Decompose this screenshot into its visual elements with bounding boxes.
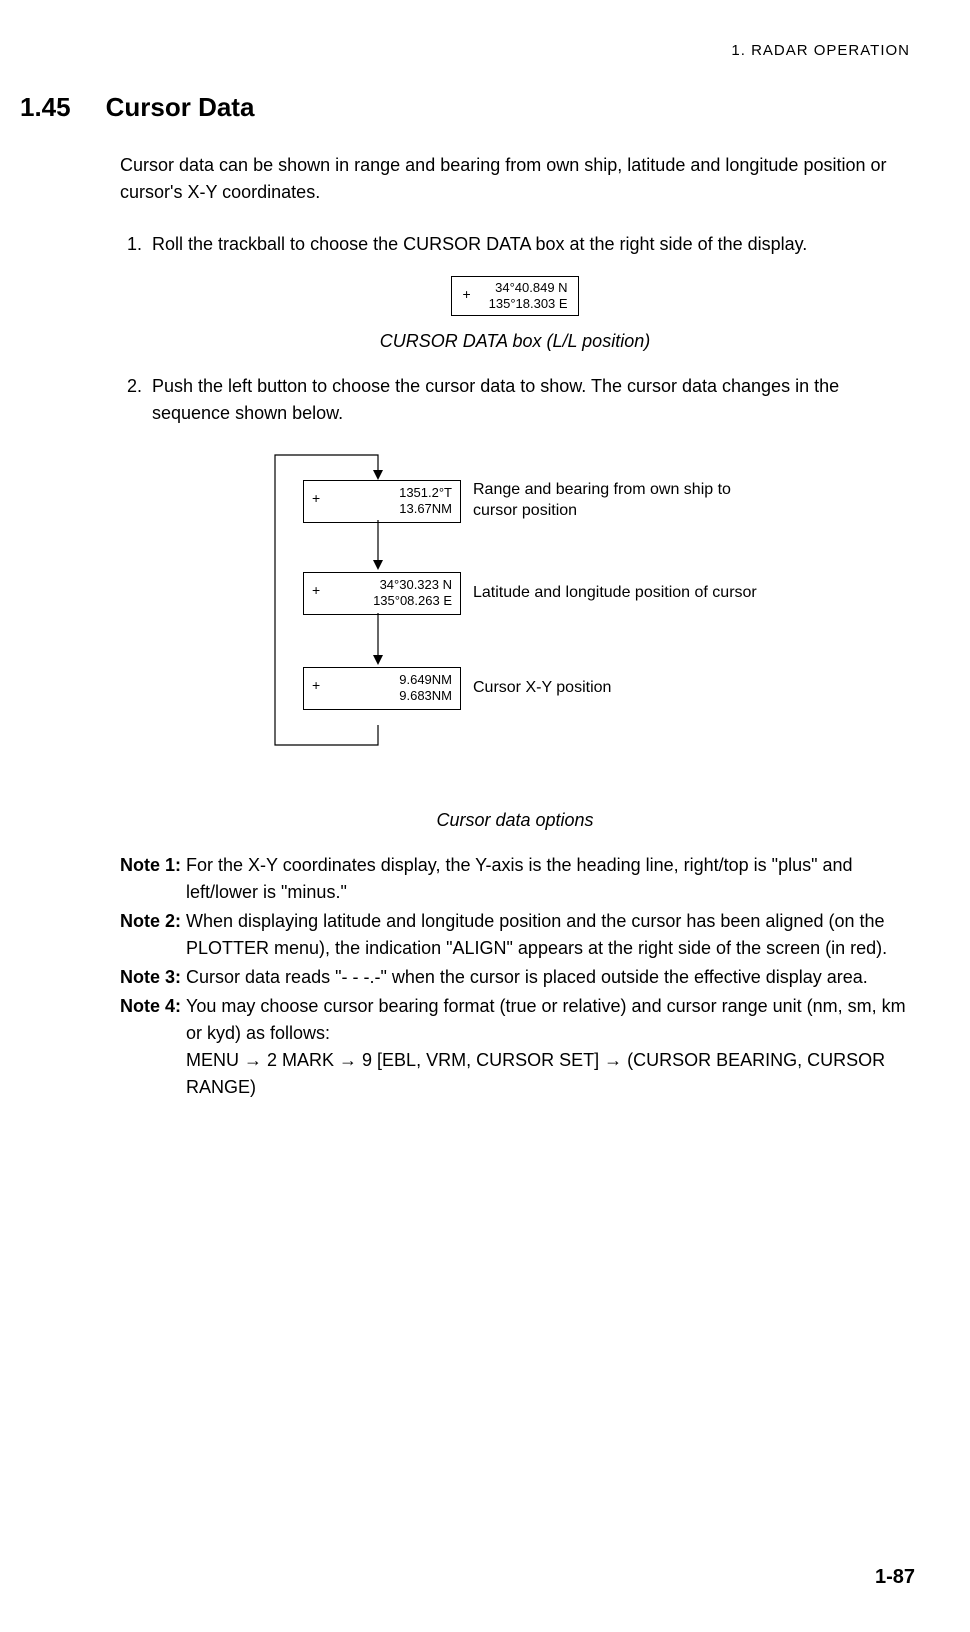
note-4-text-a: You may choose cursor bearing format (tr… bbox=[186, 996, 906, 1043]
step-2-number: 2. bbox=[120, 373, 142, 427]
bearing-value: 1351.2°T bbox=[399, 485, 452, 500]
intro-paragraph: Cursor data can be shown in range and be… bbox=[120, 152, 910, 206]
lat-value: 34°30.323 N bbox=[380, 577, 452, 592]
note-4-label: Note 4: bbox=[120, 993, 186, 1101]
note-1: Note 1: For the X-Y coordinates display,… bbox=[120, 852, 910, 906]
note-3-text: Cursor data reads "- - -.-" when the cur… bbox=[186, 964, 868, 991]
note-4-text-b: MENU → 2 MARK → 9 [EBL, VRM, CURSOR SET]… bbox=[186, 1050, 885, 1097]
x-value: 9.649NM bbox=[399, 672, 452, 687]
plus-icon: + bbox=[312, 672, 320, 705]
note-3-label: Note 3: bbox=[120, 964, 186, 991]
section-title-row: 1.45 Cursor Data bbox=[20, 88, 910, 127]
step-1-number: 1. bbox=[120, 231, 142, 258]
note-2-label: Note 2: bbox=[120, 908, 186, 962]
cursor-data-box-figure: + 34°40.849 N 135°18.303 E bbox=[120, 276, 910, 317]
diagram-row-1: + 1351.2°T 13.67NM Range and bearing fro… bbox=[303, 480, 775, 523]
plus-icon: + bbox=[462, 280, 470, 305]
latlon-desc: Latitude and longitude position of curso… bbox=[473, 583, 757, 604]
figure-2-caption: Cursor data options bbox=[120, 807, 910, 834]
plus-icon: + bbox=[312, 485, 320, 518]
note-4: Note 4: You may choose cursor bearing fo… bbox=[120, 993, 910, 1101]
cursor-lon: 135°18.303 E bbox=[489, 296, 568, 311]
note-1-text: For the X-Y coordinates display, the Y-a… bbox=[186, 852, 910, 906]
cursor-options-diagram: + 1351.2°T 13.67NM Range and bearing fro… bbox=[255, 445, 775, 795]
range-value: 13.67NM bbox=[399, 501, 452, 516]
step-1: 1. Roll the trackball to choose the CURS… bbox=[120, 231, 910, 258]
range-bearing-box: + 1351.2°T 13.67NM bbox=[303, 480, 461, 523]
chapter-header: 1. RADAR OPERATION bbox=[20, 40, 910, 63]
cursor-lat: 34°40.849 N bbox=[495, 280, 567, 295]
figure-1-caption: CURSOR DATA box (L/L position) bbox=[120, 328, 910, 355]
xy-desc: Cursor X-Y position bbox=[473, 678, 611, 699]
note-3: Note 3: Cursor data reads "- - -.-" when… bbox=[120, 964, 910, 991]
note-2-text: When displaying latitude and longitude p… bbox=[186, 908, 910, 962]
plus-icon: + bbox=[312, 577, 320, 610]
step-2-text: Push the left button to choose the curso… bbox=[152, 373, 910, 427]
diagram-row-2: + 34°30.323 N 135°08.263 E Latitude and … bbox=[303, 572, 757, 615]
notes-section: Note 1: For the X-Y coordinates display,… bbox=[120, 852, 910, 1101]
section-number: 1.45 bbox=[20, 88, 71, 127]
diagram-row-3: + 9.649NM 9.683NM Cursor X-Y position bbox=[303, 667, 611, 710]
xy-box: + 9.649NM 9.683NM bbox=[303, 667, 461, 710]
y-value: 9.683NM bbox=[399, 688, 452, 703]
page-number: 1-87 bbox=[875, 1562, 915, 1592]
cursor-data-box: + 34°40.849 N 135°18.303 E bbox=[451, 276, 578, 317]
note-1-label: Note 1: bbox=[120, 852, 186, 906]
range-bearing-desc: Range and bearing from own ship to curso… bbox=[473, 480, 775, 522]
lon-value: 135°08.263 E bbox=[373, 593, 452, 608]
note-2: Note 2: When displaying latitude and lon… bbox=[120, 908, 910, 962]
section-heading: Cursor Data bbox=[106, 88, 255, 127]
step-2: 2. Push the left button to choose the cu… bbox=[120, 373, 910, 427]
step-1-text: Roll the trackball to choose the CURSOR … bbox=[152, 231, 807, 258]
latlon-box: + 34°30.323 N 135°08.263 E bbox=[303, 572, 461, 615]
